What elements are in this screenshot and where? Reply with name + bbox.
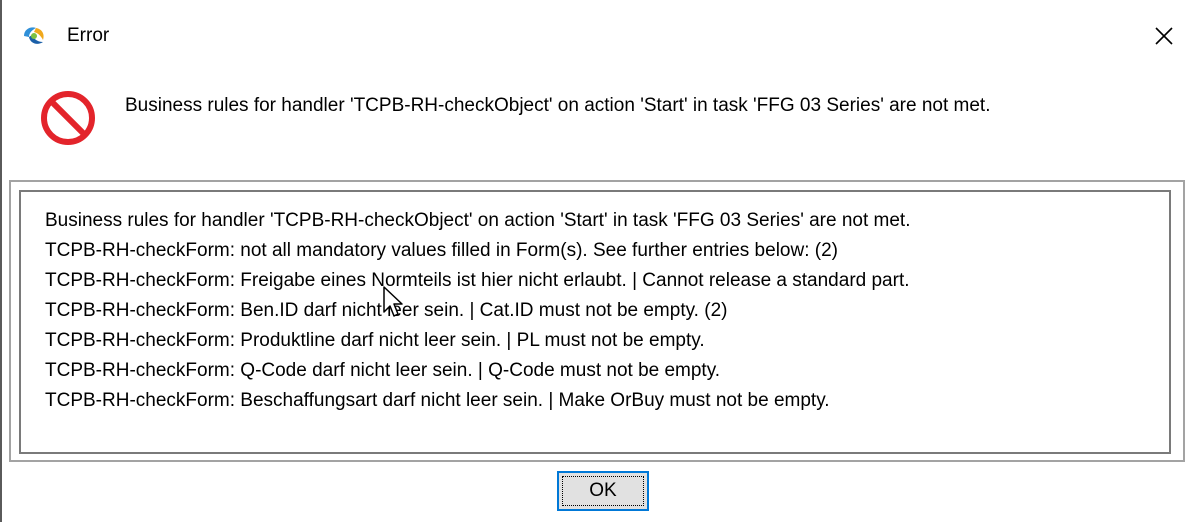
window-title: Error — [67, 25, 110, 46]
ok-button-label: OK — [589, 480, 617, 501]
window-edge — [0, 0, 2, 522]
close-icon[interactable] — [1150, 22, 1178, 50]
details-line: TCPB-RH-checkForm: Beschaffungsart darf … — [45, 390, 830, 411]
details-line: TCPB-RH-checkForm: Freigabe eines Normte… — [45, 270, 910, 291]
details-list: Business rules for handler 'TCPB-RH-chec… — [45, 206, 911, 416]
details-line: TCPB-RH-checkForm: not all mandatory val… — [45, 240, 838, 261]
details-line: TCPB-RH-checkForm: Produktline darf nich… — [45, 330, 705, 351]
details-line: TCPB-RH-checkForm: Q-Code darf nicht lee… — [45, 360, 721, 381]
details-line: Business rules for handler 'TCPB-RH-chec… — [45, 210, 911, 231]
details-line: TCPB-RH-checkForm: Ben.ID darf nicht lee… — [45, 300, 728, 321]
details-text-area[interactable]: Business rules for handler 'TCPB-RH-chec… — [19, 190, 1171, 454]
error-stop-icon — [41, 91, 95, 145]
title-bar[interactable]: Error — [0, 0, 1194, 72]
error-dialog: Error Business rules for handler 'TCPB-R… — [0, 0, 1194, 522]
app-logo-icon — [24, 27, 44, 44]
ok-button[interactable]: OK — [557, 471, 649, 511]
error-message: Business rules for handler 'TCPB-RH-chec… — [125, 95, 991, 116]
mouse-cursor-icon — [383, 286, 403, 317]
